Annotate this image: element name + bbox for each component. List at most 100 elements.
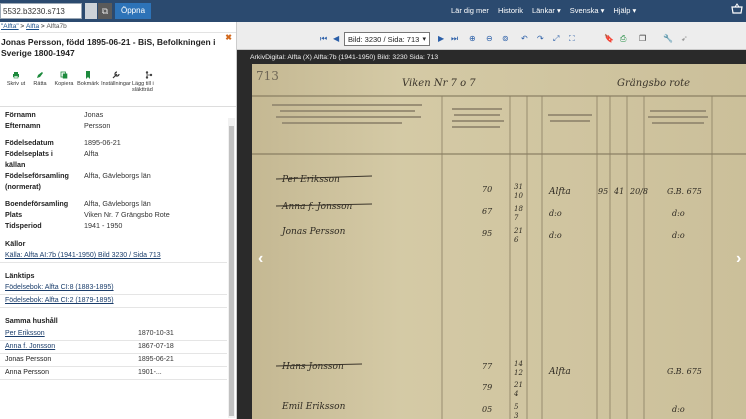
- entry-month: 12: [514, 369, 523, 377]
- close-icon[interactable]: ✖: [225, 33, 232, 42]
- zoom-in-icon[interactable]: ⊕: [469, 34, 476, 43]
- household-date: 1895-06-21: [138, 356, 174, 363]
- person-fields: Förnamn Jonas Efternamn Persson Födelsedat…: [0, 107, 236, 231]
- correct-button[interactable]: Rätta: [28, 71, 52, 106]
- correct-label: Rätta: [33, 81, 47, 87]
- record-panel: "Alfta" > Alfta > Alfta7b Jonas Persson,…: [0, 22, 237, 419]
- pencil-icon: [37, 72, 43, 78]
- chevron-right-icon[interactable]: ›: [736, 250, 741, 268]
- field-value: 1941 - 1950: [84, 221, 123, 230]
- entry-day: 21: [513, 381, 523, 389]
- image-caption: ArkivDigital: Alfta (X) Alfta:7b (1941-1…: [250, 54, 439, 61]
- household-name: Jonas Persson: [5, 356, 52, 363]
- open-button[interactable]: Öppna: [115, 3, 152, 19]
- field-value: Jonas: [84, 110, 104, 119]
- entry-month: 3: [514, 412, 519, 419]
- wrench-icon[interactable]: 🔧: [663, 34, 673, 43]
- field-key: Efternamn: [5, 121, 41, 130]
- pointer-icon[interactable]: ➹: [681, 34, 688, 43]
- entry-month: 10: [514, 192, 523, 200]
- household-row: Anna f. Jonsson 1867-07-18: [0, 341, 227, 354]
- zoom-fit-icon[interactable]: ⊚: [502, 34, 509, 43]
- add-to-tree-button[interactable]: Lägg till i släktträd: [132, 71, 166, 106]
- nav-links[interactable]: Länkar ▾: [532, 6, 561, 15]
- cart-icon[interactable]: [731, 3, 743, 17]
- copy-icon: [60, 71, 68, 79]
- field-value: Viken Nr. 7 Grängsbo Rote: [84, 210, 170, 219]
- link-tip[interactable]: Födelsebok: Alfta CI:8 (1883-1895): [0, 282, 227, 295]
- zoom-out-icon[interactable]: ⊖: [486, 34, 493, 43]
- chevron-left-icon[interactable]: ‹: [258, 250, 263, 268]
- entry-year: 70: [482, 185, 492, 194]
- field-key: Plats: [5, 210, 23, 219]
- viewer-toolbar: ⏮ ◀ Bild: 3230 / Sida: 713 ▾ ▶ ⏭ ⊕ ⊖ ⊚ ↶ …: [237, 22, 746, 50]
- header-rote: Grängsbo rote: [617, 78, 690, 89]
- bookmark-label: Bokmärk: [77, 81, 99, 87]
- household-name[interactable]: Anna f. Jonsson: [5, 341, 138, 353]
- breadcrumb-item[interactable]: Alfta: [26, 23, 39, 30]
- first-page-icon[interactable]: ⏮: [320, 34, 327, 44]
- links-heading: Länktips: [5, 271, 35, 280]
- entry-name: Per Eriksson: [281, 175, 340, 185]
- entry-place: Alfta: [548, 367, 571, 377]
- bookmark-icon[interactable]: 🔖: [604, 34, 614, 43]
- entry-day: 31: [514, 183, 523, 191]
- nav-language[interactable]: Svenska ▾: [570, 6, 605, 15]
- entry-day: 18: [514, 205, 523, 213]
- entry-month: 7: [514, 214, 519, 222]
- copy-icon[interactable]: ❐: [639, 34, 646, 43]
- clear-search-button[interactable]: [85, 3, 97, 19]
- last-page-icon[interactable]: ⏭: [451, 34, 458, 44]
- entry-year: 95: [482, 229, 492, 238]
- field-key: Födelseförsamling: [5, 171, 69, 180]
- print-label: Skriv ut: [6, 81, 26, 87]
- household-date: 1867-07-18: [138, 343, 174, 350]
- print-button[interactable]: Skriv ut: [4, 71, 28, 106]
- household-date: 1901-...: [138, 369, 162, 376]
- field-value: 1895-06-21: [84, 138, 121, 147]
- fit-width-icon[interactable]: ⤢: [553, 34, 559, 44]
- source-link[interactable]: Källa: Alfta AI:7b (1941-1950) Bild 3230…: [0, 250, 227, 263]
- fullscreen-icon[interactable]: ⛶: [569, 34, 575, 44]
- household-name[interactable]: Per Eriksson: [5, 328, 138, 340]
- settings-button[interactable]: Inställningar: [100, 71, 132, 106]
- rotate-left-icon[interactable]: ↶: [521, 34, 528, 43]
- field-value: Alfta: [84, 149, 99, 158]
- page-select-value: Bild: 3230 / Sida: 713: [348, 35, 420, 44]
- field-value: Alfta, Gävleborgs län: [84, 171, 151, 180]
- entry-name: Emil Eriksson: [281, 402, 346, 412]
- entry-day: 5: [514, 403, 519, 411]
- search-input[interactable]: 5532.b3230.s713: [0, 3, 82, 19]
- printer-icon[interactable]: ⎙: [620, 34, 626, 44]
- nav-learn-more[interactable]: Lär dig mer: [451, 6, 489, 15]
- next-page-icon[interactable]: ▶: [438, 34, 444, 43]
- household-name: Anna Persson: [5, 369, 49, 376]
- image-viewer: ⏮ ◀ Bild: 3230 / Sida: 713 ▾ ▶ ⏭ ⊕ ⊖ ⊚ ↶ …: [237, 22, 746, 419]
- rotate-right-icon[interactable]: ↷: [537, 34, 544, 43]
- entry-name: Anna f. Jonsson: [281, 202, 353, 212]
- link-tip[interactable]: Födelsebok: Alfta CI:2 (1879-1895): [0, 295, 227, 308]
- breadcrumb: "Alfta" > Alfta > Alfta7b: [0, 22, 236, 33]
- entry-month: 6: [514, 236, 519, 244]
- panel-title: Jonas Persson, född 1895-06-21 - BiS, Be…: [1, 37, 216, 58]
- entry-place: d:o: [549, 209, 562, 218]
- field-key: Tidsperiod: [5, 221, 42, 230]
- breadcrumb-item[interactable]: "Alfta": [1, 23, 19, 30]
- panel-scrollbar[interactable]: [228, 118, 235, 418]
- nav-help[interactable]: Hjälp ▾: [613, 6, 636, 15]
- entry-year-moved: 95: [598, 187, 608, 196]
- household-row: Jonas Persson 1895-06-21: [0, 354, 227, 367]
- tree-icon: [145, 71, 153, 79]
- household-row: Anna Persson 1901-...: [0, 367, 227, 380]
- entry-outgoing: d:o: [672, 405, 685, 414]
- entry-year: 05: [482, 405, 492, 414]
- prev-page-icon[interactable]: ◀: [333, 34, 339, 43]
- copy-button[interactable]: Kopiera: [52, 71, 76, 106]
- page-select[interactable]: Bild: 3230 / Sida: 713 ▾: [344, 32, 430, 46]
- field-value: Persson: [84, 121, 111, 130]
- bookmark-button[interactable]: Bokmärk: [76, 71, 100, 106]
- entry-name: Hans Jonsson: [281, 362, 344, 372]
- copy-icon[interactable]: ⧉: [98, 3, 112, 19]
- scanned-page: 713 Viken Nr 7 o 7 Grängsbo rote Per Eri…: [252, 64, 746, 419]
- nav-history[interactable]: Historik: [498, 6, 523, 15]
